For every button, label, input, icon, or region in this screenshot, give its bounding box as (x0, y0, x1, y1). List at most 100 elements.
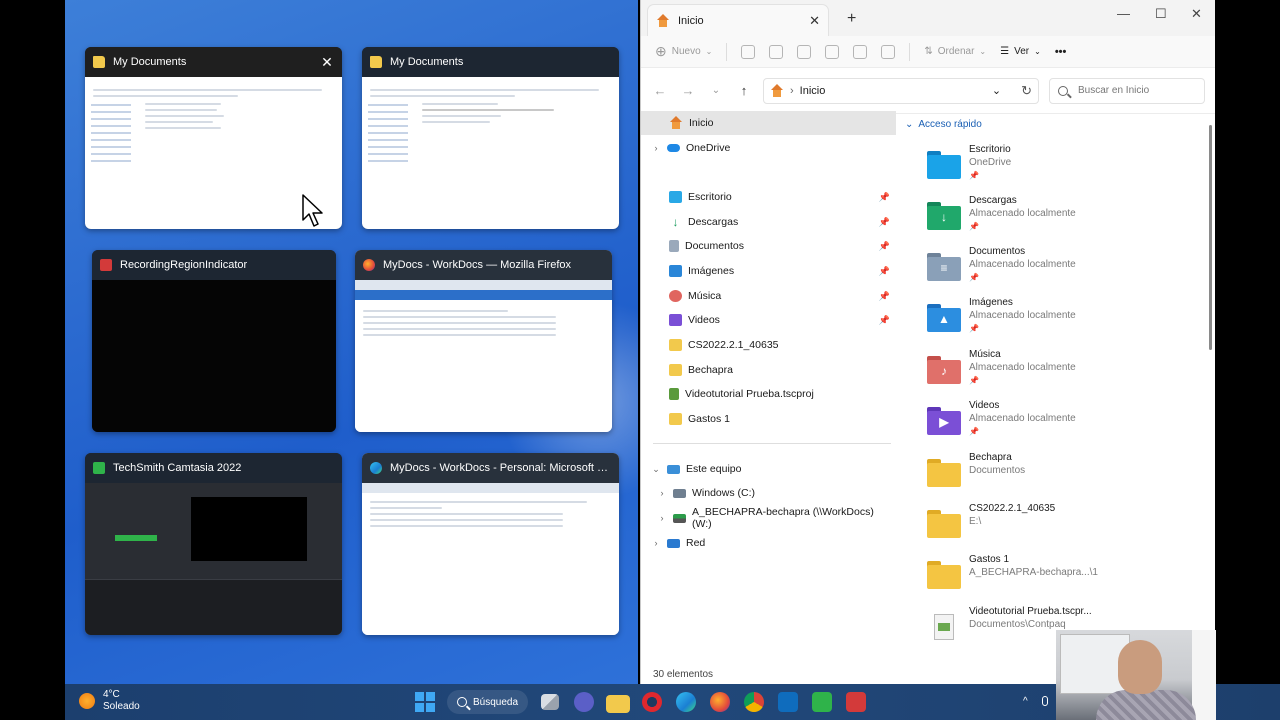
chevron-right-icon[interactable]: › (651, 538, 661, 548)
start-button[interactable] (413, 690, 437, 714)
quick-access-item[interactable]: Escritorio OneDrive 📌 (927, 143, 1011, 193)
refresh-button[interactable]: ↻ (1021, 83, 1032, 99)
nav-item-red[interactable]: › Red (641, 531, 896, 555)
search-icon (1058, 85, 1068, 96)
firefox-icon[interactable] (710, 692, 731, 712)
chat-icon[interactable] (574, 692, 595, 712)
address-field[interactable]: › Inicio ⌄ ↻ (763, 77, 1039, 104)
opera-icon[interactable] (642, 692, 663, 712)
nav-item-escritorio[interactable]: Escritorio 📌 (641, 185, 896, 209)
up-button[interactable]: ↑ (735, 83, 753, 98)
folder-icon (93, 56, 105, 68)
file-explorer-icon[interactable] (606, 694, 631, 713)
close-button[interactable]: ✕ (1191, 6, 1202, 22)
weather-widget[interactable]: 4°C Soleado (79, 689, 140, 713)
snap-window-edge[interactable]: MyDocs - WorkDocs - Personal: Microsoft … (362, 453, 619, 635)
chevron-right-icon[interactable]: › (657, 513, 667, 523)
edge-icon (370, 462, 382, 474)
nav-item-videos[interactable]: Videos 📌 (641, 308, 896, 332)
copy-icon[interactable] (769, 44, 784, 59)
chrome-icon[interactable] (744, 692, 765, 712)
maximize-button[interactable]: ☐ (1155, 6, 1167, 22)
chevron-down-icon[interactable]: ⌄ (651, 464, 661, 475)
snap-window-my-documents-2[interactable]: My Documents (362, 47, 619, 229)
chevron-right-icon[interactable]: › (657, 488, 667, 498)
taskbar-search-button[interactable]: Búsqueda (447, 690, 529, 714)
nav-item-gastos[interactable]: Gastos 1 (641, 407, 896, 431)
snap-window-title: RecordingRegionIndicator (120, 259, 248, 271)
chevron-down-icon: ⌄ (705, 47, 713, 56)
rename-icon[interactable] (825, 44, 840, 59)
nav-item-musica[interactable]: Música 📌 (641, 284, 896, 308)
nav-item-documentos[interactable]: Documentos 📌 (641, 234, 896, 258)
snap-window-title: MyDocs - WorkDocs — Mozilla Firefox (383, 259, 572, 271)
folder-icon (669, 413, 682, 425)
quick-access-item[interactable]: ≡ Documentos Almacenado localmente 📌 (927, 245, 1076, 295)
camtasia-file-icon (934, 614, 954, 640)
sort-icon: ⇅ (924, 46, 933, 57)
nav-item-bechapra[interactable]: Bechapra (641, 358, 896, 382)
firefox-icon (363, 259, 375, 271)
view-button[interactable]: ☰ Ver ⌄ (1000, 46, 1041, 57)
minimize-button[interactable]: — (1117, 6, 1130, 21)
camtasia-icon[interactable] (812, 692, 833, 712)
task-view-icon[interactable] (541, 694, 560, 710)
nav-item-onedrive[interactable]: › OneDrive (641, 136, 896, 160)
tab-close-button[interactable]: ✕ (809, 13, 820, 29)
quick-access-item[interactable]: Gastos 1 A_BECHAPRA-bechapra...\1 (927, 553, 1098, 603)
folder-icon (669, 339, 682, 351)
address-dropdown-button[interactable]: ⌄ (992, 84, 1001, 97)
onedrive-icon (667, 144, 680, 152)
snap-window-title: MyDocs - WorkDocs - Personal: Microsoft … (390, 462, 611, 474)
nav-item-workdocs-drive[interactable]: › A_BECHAPRA-bechapra (\\WorkDocs) (W:) (641, 506, 896, 530)
quick-access-header[interactable]: ⌄ Acceso rápido (905, 119, 982, 130)
paste-icon[interactable] (797, 44, 812, 59)
nav-item-imagenes[interactable]: Imágenes 📌 (641, 259, 896, 283)
download-icon: ↓ (672, 215, 679, 229)
chevron-right-icon[interactable]: › (651, 143, 661, 153)
scrollbar[interactable] (1209, 125, 1212, 350)
nav-item-windows-c[interactable]: › Windows (C:) (641, 481, 896, 505)
new-button[interactable]: ⊕ Nuevo ⌄ (655, 43, 712, 60)
quick-access-item[interactable]: ↓ Descargas Almacenado localmente 📌 (927, 194, 1076, 244)
folder-icon (927, 510, 961, 540)
desktop-icon (669, 191, 682, 203)
sort-button[interactable]: ⇅ Ordenar ⌄ (924, 46, 986, 57)
quick-access-item[interactable]: ▶ Videos Almacenado localmente 📌 (927, 399, 1076, 449)
recent-locations-button[interactable]: ⌄ (707, 85, 725, 96)
new-tab-button[interactable]: + (847, 10, 856, 28)
camtasia-recorder-icon[interactable] (846, 692, 867, 712)
forward-button[interactable]: → (679, 83, 697, 98)
snap-window-camtasia[interactable]: TechSmith Camtasia 2022 (85, 453, 342, 635)
quick-access-item[interactable]: ▲ Imágenes Almacenado localmente 📌 (927, 296, 1076, 346)
quick-access-item[interactable]: ♪ Música Almacenado localmente 📌 (927, 348, 1076, 398)
edge-icon[interactable] (676, 692, 697, 712)
pin-icon: 📌 (878, 191, 890, 202)
weather-description: Soleado (103, 701, 140, 712)
outlook-icon[interactable] (778, 692, 799, 712)
more-options-button[interactable]: ••• (1055, 46, 1067, 58)
title-bar: Inicio ✕ + — ☐ ✕ (641, 0, 1215, 36)
pin-icon: 📌 (878, 290, 890, 301)
share-icon[interactable] (853, 44, 868, 59)
snap-window-firefox[interactable]: MyDocs - WorkDocs — Mozilla Firefox (355, 250, 612, 432)
nav-item-este-equipo[interactable]: ⌄ Este equipo (641, 457, 896, 481)
snap-window-recording-region[interactable]: RecordingRegionIndicator (92, 250, 336, 432)
snap-window-title: TechSmith Camtasia 2022 (113, 462, 242, 474)
microphone-icon[interactable] (1041, 696, 1048, 706)
nav-item-cs2022[interactable]: CS2022.2.1_40635 (641, 333, 896, 357)
desktop-screen: My Documents ✕ My Documents RecordingReg… (0, 0, 1280, 720)
search-input[interactable]: Buscar en Inicio (1049, 77, 1205, 104)
nav-item-inicio[interactable]: Inicio (641, 111, 896, 135)
quick-access-item[interactable]: CS2022.2.1_40635 E:\ (927, 502, 1055, 552)
quick-access-item[interactable]: Bechapra Documentos (927, 451, 1025, 501)
tab-inicio[interactable]: Inicio ✕ (647, 4, 829, 36)
close-icon[interactable]: ✕ (320, 54, 334, 71)
breadcrumb-inicio[interactable]: Inicio (800, 85, 826, 97)
nav-item-videotutorial[interactable]: Videotutorial Prueba.tscproj (641, 382, 896, 406)
cut-icon[interactable] (741, 44, 756, 59)
delete-icon[interactable] (881, 44, 896, 59)
back-button[interactable]: ← (651, 83, 669, 98)
nav-item-descargas[interactable]: ↓ Descargas 📌 (641, 210, 896, 234)
show-hidden-icons-button[interactable]: ^ (1023, 696, 1028, 707)
